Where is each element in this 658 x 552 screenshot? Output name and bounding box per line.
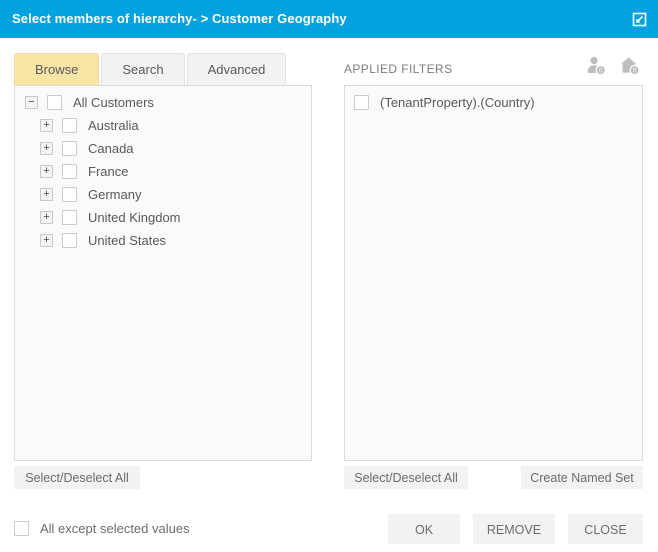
filter-checkbox[interactable]	[354, 94, 369, 110]
close-button[interactable]: CLOSE	[568, 514, 643, 544]
tree-item-label: All Customers	[73, 94, 154, 110]
tree-row[interactable]: + Canada	[15, 137, 311, 159]
tree-row[interactable]: + Germany	[15, 183, 311, 205]
right-select-deselect-all-button[interactable]: Select/Deselect All	[344, 466, 468, 489]
expand-expander-icon[interactable]: +	[40, 164, 53, 178]
collapse-expander-icon[interactable]: −	[25, 95, 38, 109]
applied-filters-icon-group: 0 0	[585, 55, 651, 77]
all-except-selected-values-option[interactable]: All except selected values	[14, 521, 190, 536]
member-tree-panel[interactable]: − All Customers + Australia + Canada + F…	[14, 85, 312, 461]
expand-expander-icon[interactable]: +	[40, 233, 53, 247]
left-select-deselect-all-button[interactable]: Select/Deselect All	[14, 466, 140, 489]
ok-button[interactable]: OK	[388, 514, 460, 544]
tree-item-label: Germany	[88, 186, 142, 202]
create-named-set-button[interactable]: Create Named Set	[521, 466, 643, 489]
user-filter-icon[interactable]: 0	[585, 55, 609, 77]
filter-item-label: (TenantProperty).(Country)	[380, 94, 535, 110]
tree-checkbox[interactable]	[62, 209, 77, 225]
svg-text:0: 0	[599, 68, 603, 75]
expand-expander-icon[interactable]: +	[40, 187, 53, 201]
tree-checkbox[interactable]	[62, 140, 77, 156]
tree-checkbox[interactable]	[62, 163, 77, 179]
tree-checkbox[interactable]	[62, 117, 77, 133]
svg-text:0: 0	[633, 68, 637, 75]
tree-row[interactable]: + United States	[15, 229, 311, 251]
tree-row[interactable]: + France	[15, 160, 311, 182]
all-except-label: All except selected values	[40, 521, 190, 536]
tree-item-label: Canada	[88, 140, 134, 156]
expand-expander-icon[interactable]: +	[40, 210, 53, 224]
tree-checkbox[interactable]	[47, 94, 62, 110]
resize-expand-icon[interactable]	[629, 9, 649, 29]
remove-button[interactable]: REMOVE	[473, 514, 555, 544]
tree-item-label: Australia	[88, 117, 139, 133]
applied-filters-panel[interactable]: (TenantProperty).(Country)	[344, 85, 643, 461]
tab-bar: Browse Search Advanced	[14, 53, 288, 85]
all-except-checkbox[interactable]	[14, 521, 29, 536]
tree-row[interactable]: − All Customers	[15, 91, 311, 113]
tree-item-label: France	[88, 163, 129, 179]
tree-item-label: United Kingdom	[88, 209, 181, 225]
expand-expander-icon[interactable]: +	[40, 118, 53, 132]
tab-search[interactable]: Search	[101, 53, 185, 85]
dialog-title: Select members of hierarchy- > Customer …	[12, 11, 347, 26]
tab-advanced[interactable]: Advanced	[186, 53, 287, 85]
home-filter-icon[interactable]: 0	[619, 55, 643, 77]
tree-row[interactable]: + Australia	[15, 114, 311, 136]
tree-checkbox[interactable]	[62, 232, 77, 248]
list-item[interactable]: (TenantProperty).(Country)	[345, 91, 642, 113]
tree-row[interactable]: + United Kingdom	[15, 206, 311, 228]
applied-filters-title: APPLIED FILTERS	[344, 62, 453, 76]
expand-expander-icon[interactable]: +	[40, 141, 53, 155]
tree-item-label: United States	[88, 232, 167, 248]
tree-checkbox[interactable]	[62, 186, 77, 202]
tab-browse[interactable]: Browse	[14, 53, 100, 85]
dialog-title-bar: Select members of hierarchy- > Customer …	[0, 0, 658, 38]
